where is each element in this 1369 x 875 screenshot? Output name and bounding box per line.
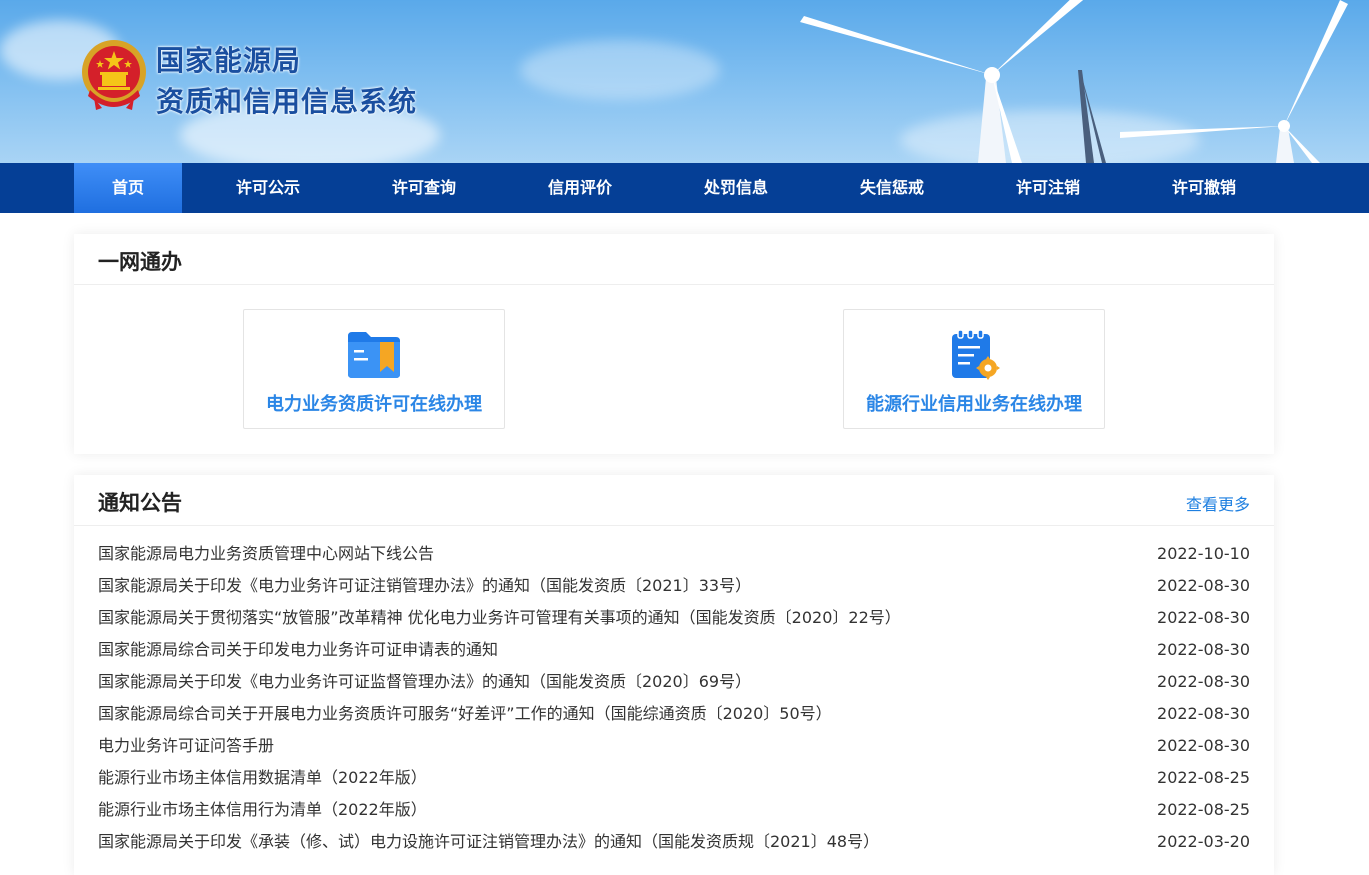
list-item: 能源行业市场主体信用行为清单（2022年版） 2022-08-25 — [98, 794, 1250, 826]
card-header: 一网通办 — [74, 234, 1274, 285]
notice-date: 2022-08-30 — [1157, 704, 1250, 723]
list-item: 国家能源局综合司关于印发电力业务许可证申请表的通知 2022-08-30 — [98, 634, 1250, 666]
notice-title-link[interactable]: 国家能源局关于贯彻落实“放管服”改革精神 优化电力业务许可管理有关事项的通知（国… — [98, 602, 901, 634]
notice-date: 2022-03-20 — [1157, 832, 1250, 851]
service-tile-credit-business[interactable]: 能源行业信用业务在线办理 — [843, 309, 1105, 429]
card-header: 通知公告 查看更多 — [74, 475, 1274, 526]
notice-date: 2022-08-30 — [1157, 640, 1250, 659]
one-stop-card: 一网通办 电力业务资质许可在线办理 能源行业信用业务在线办理 — [74, 234, 1274, 454]
national-emblem-icon — [82, 40, 146, 110]
org-name: 国家能源局 — [156, 44, 302, 77]
service-label-credit-business: 能源行业信用业务在线办理 — [866, 394, 1082, 415]
nav-item-penalty-info[interactable]: 处罚信息 — [666, 163, 806, 213]
list-item: 国家能源局电力业务资质管理中心网站下线公告 2022-10-10 — [98, 538, 1250, 570]
document-gear-icon — [952, 329, 1000, 380]
nav-item-license-revocation[interactable]: 许可撤销 — [1118, 163, 1290, 213]
view-more-link[interactable]: 查看更多 — [1186, 491, 1250, 515]
notice-date: 2022-08-30 — [1157, 672, 1250, 691]
list-item: 国家能源局关于贯彻落实“放管服”改革精神 优化电力业务许可管理有关事项的通知（国… — [98, 602, 1250, 634]
main-nav: 首页 许可公示 许可查询 信用评价 处罚信息 失信惩戒 许可注销 许可撤销 — [0, 163, 1369, 213]
site-logo-text: 国家能源局 资质和信用信息系统 — [156, 44, 417, 120]
notice-title-link[interactable]: 能源行业市场主体信用数据清单（2022年版） — [98, 762, 427, 794]
notice-title-link[interactable]: 国家能源局电力业务资质管理中心网站下线公告 — [98, 538, 434, 570]
list-item: 国家能源局关于印发《承装（修、试）电力设施许可证注销管理办法》的通知（国能发资质… — [98, 826, 1250, 858]
notice-title-link[interactable]: 国家能源局关于印发《承装（修、试）电力设施许可证注销管理办法》的通知（国能发资质… — [98, 826, 879, 858]
notice-date: 2022-08-25 — [1157, 800, 1250, 819]
nav-item-home[interactable]: 首页 — [74, 163, 182, 213]
list-item: 国家能源局关于印发《电力业务许可证注销管理办法》的通知（国能发资质〔2021〕3… — [98, 570, 1250, 602]
service-label-power-license: 电力业务资质许可在线办理 — [266, 394, 482, 415]
cloud-decoration — [520, 40, 720, 100]
section-title-one-stop: 一网通办 — [98, 250, 182, 274]
system-name: 资质和信用信息系统 — [156, 85, 418, 118]
section-title-notices: 通知公告 — [98, 491, 182, 515]
notice-title-link[interactable]: 国家能源局综合司关于印发电力业务许可证申请表的通知 — [98, 634, 498, 666]
notice-date: 2022-10-10 — [1157, 544, 1250, 563]
notice-title-link[interactable]: 国家能源局综合司关于开展电力业务资质许可服务“好差评”工作的通知（国能综通资质〔… — [98, 698, 832, 730]
wind-turbines-illustration — [800, 0, 1348, 163]
header-banner: 国家能源局 资质和信用信息系统 — [0, 0, 1369, 163]
service-tile-power-license[interactable]: 电力业务资质许可在线办理 — [243, 309, 505, 429]
notice-date: 2022-08-25 — [1157, 768, 1250, 787]
nav-item-credit-evaluation[interactable]: 信用评价 — [494, 163, 666, 213]
notice-title-link[interactable]: 国家能源局关于印发《电力业务许可证监督管理办法》的通知（国能发资质〔2020〕6… — [98, 666, 751, 698]
notice-date: 2022-08-30 — [1157, 608, 1250, 627]
notice-date: 2022-08-30 — [1157, 736, 1250, 755]
nav-item-license-publicity[interactable]: 许可公示 — [182, 163, 354, 213]
notice-date: 2022-08-30 — [1157, 576, 1250, 595]
notice-title-link[interactable]: 国家能源局关于印发《电力业务许可证注销管理办法》的通知（国能发资质〔2021〕3… — [98, 570, 751, 602]
notice-list: 国家能源局电力业务资质管理中心网站下线公告 2022-10-10 国家能源局关于印… — [98, 538, 1250, 858]
list-item: 国家能源局综合司关于开展电力业务资质许可服务“好差评”工作的通知（国能综通资质〔… — [98, 698, 1250, 730]
nav-item-license-query[interactable]: 许可查询 — [354, 163, 494, 213]
folder-bookmark-icon — [348, 332, 400, 378]
notice-title-link[interactable]: 电力业务许可证问答手册 — [98, 730, 274, 762]
list-item: 国家能源局关于印发《电力业务许可证监督管理办法》的通知（国能发资质〔2020〕6… — [98, 666, 1250, 698]
nav-item-dishonesty-punishment[interactable]: 失信惩戒 — [806, 163, 978, 213]
notices-card: 通知公告 查看更多 国家能源局电力业务资质管理中心网站下线公告 2022-10-1… — [74, 475, 1274, 875]
list-item: 电力业务许可证问答手册 2022-08-30 — [98, 730, 1250, 762]
nav-item-license-cancellation[interactable]: 许可注销 — [978, 163, 1118, 213]
list-item: 能源行业市场主体信用数据清单（2022年版） 2022-08-25 — [98, 762, 1250, 794]
notice-title-link[interactable]: 能源行业市场主体信用行为清单（2022年版） — [98, 794, 427, 826]
